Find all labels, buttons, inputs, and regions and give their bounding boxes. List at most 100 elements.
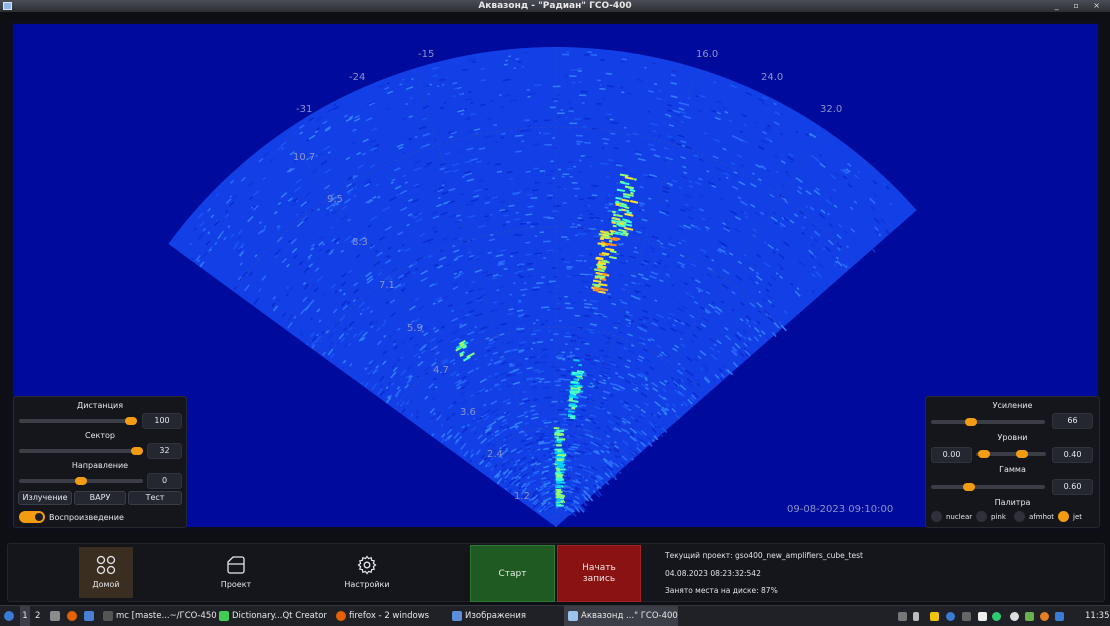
aquazond-task-icon — [568, 611, 578, 621]
varu-button[interactable]: ВАРУ — [74, 491, 126, 505]
range-label: 3.6 — [460, 407, 476, 418]
levels-label: Уровни — [997, 433, 1028, 442]
sector-slider-thumb[interactable] — [131, 447, 143, 455]
home-grid-icon — [96, 555, 116, 575]
sector-label: Сектор — [85, 431, 115, 440]
direction-slider-thumb[interactable] — [75, 477, 87, 485]
window-titlebar: Аквазонд - "Радиан" ГСО-400 _ ▫ × — [0, 0, 1110, 12]
palette-radio-jet[interactable] — [1058, 511, 1069, 522]
levels-high-value[interactable]: 0.40 — [1052, 447, 1093, 463]
current-project-text: Текущий проект: gso400_new_amplifiers_cu… — [665, 551, 863, 560]
workspace-2[interactable]: 2 — [35, 606, 40, 626]
distance-label: Дистанция — [76, 401, 124, 410]
gain-slider[interactable] — [931, 418, 1045, 426]
window-controls[interactable]: _ ▫ × — [1055, 0, 1106, 12]
distance-value[interactable]: 100 — [142, 413, 182, 429]
clock: 11:35 — [1085, 611, 1110, 621]
palette-option-nuclear: nuclear — [946, 513, 973, 521]
start-button[interactable]: Старт — [470, 545, 555, 602]
playback-toggle[interactable] — [19, 511, 45, 523]
levels-low-value[interactable]: 0.00 — [931, 447, 972, 463]
range-label: 1.2 — [514, 491, 530, 502]
direction-value[interactable]: 0 — [147, 473, 182, 489]
tray-status-icon[interactable] — [992, 612, 1001, 621]
task-aquazond-label: Аквазонд ..." ГСО-400 — [581, 611, 678, 621]
tray-app-icon[interactable] — [962, 612, 971, 621]
test-button[interactable]: Тест — [128, 491, 182, 505]
levels-range-slider[interactable] — [976, 450, 1046, 458]
gamma-label: Гамма — [999, 465, 1026, 474]
angle-label: 24.0 — [761, 72, 783, 83]
terminal-task-icon — [103, 611, 113, 621]
tray-notes-icon[interactable] — [930, 612, 939, 621]
direction-label: Направление — [71, 461, 129, 470]
range-label: 5.9 — [407, 323, 423, 334]
palette-radio-nuclear[interactable] — [931, 511, 942, 522]
task-qt-creator[interactable]: Dictionary...Qt Creator — [232, 606, 327, 626]
distance-slider-thumb[interactable] — [125, 417, 137, 425]
gamma-slider-thumb[interactable] — [963, 483, 975, 491]
range-label: 10.7 — [293, 152, 315, 163]
tray-security-icon[interactable] — [1040, 612, 1049, 621]
nav-project-button[interactable]: Проект — [209, 547, 263, 598]
levels-low-thumb[interactable] — [978, 450, 990, 458]
task-firefox[interactable]: firefox - 2 windows — [349, 606, 429, 626]
gain-label: Усиление — [992, 401, 1033, 410]
palette-option-jet: jet — [1073, 513, 1082, 521]
gain-value[interactable]: 66 — [1052, 413, 1093, 429]
folder-icon — [227, 556, 245, 574]
network-icon[interactable] — [1010, 612, 1019, 621]
range-label: 4.7 — [433, 365, 449, 376]
folder-task-icon — [452, 611, 462, 621]
gear-icon — [357, 555, 377, 575]
levels-high-thumb[interactable] — [1016, 450, 1028, 458]
sonar-timestamp: 09-08-2023 09:10:00 — [787, 504, 894, 515]
palette-radio-pink[interactable] — [976, 511, 987, 522]
emission-button[interactable]: Излучение — [18, 491, 72, 505]
task-images[interactable]: Изображения — [465, 606, 526, 626]
bluetooth-icon[interactable] — [946, 612, 955, 621]
range-label: 7.1 — [379, 280, 395, 291]
gamma-value[interactable]: 0.60 — [1052, 479, 1093, 495]
workspace-1[interactable]: 1 — [20, 606, 30, 626]
qt-creator-task-icon — [219, 611, 229, 621]
nav-home-label: Домой — [92, 580, 120, 589]
task-mc[interactable]: mc [maste...~/ГСО-450 — [116, 606, 217, 626]
direction-slider[interactable] — [19, 477, 143, 485]
disk-usage-text: Занято места на диске: 87% — [665, 586, 778, 595]
volume-icon[interactable] — [913, 612, 919, 621]
file-manager-launcher-icon[interactable] — [50, 611, 60, 621]
palette-radio-afmhot[interactable] — [1014, 511, 1025, 522]
tray-clipboard-icon[interactable] — [898, 612, 907, 621]
nav-settings-label: Настройки — [344, 580, 390, 589]
palette-label: Палитра — [994, 498, 1031, 507]
angle-label: -15 — [418, 49, 434, 60]
desktop-launcher-icon[interactable] — [84, 611, 94, 621]
sector-value[interactable]: 32 — [147, 443, 182, 459]
playback-toggle-knob — [35, 513, 43, 521]
gamma-slider[interactable] — [931, 483, 1045, 491]
range-label: 2.4 — [487, 449, 503, 460]
firefox-launcher-icon[interactable] — [67, 611, 77, 621]
sonar-fan — [168, 46, 917, 527]
nav-project-label: Проект — [220, 580, 252, 589]
playback-label: Воспроизведение — [49, 513, 124, 522]
left-control-panel: Дистанция 100 Сектор 32 Направление 0 Из… — [13, 396, 187, 528]
gain-slider-thumb[interactable] — [965, 418, 977, 426]
nav-home-button[interactable]: Домой — [79, 547, 133, 598]
nav-settings-button[interactable]: Настройки — [340, 547, 394, 598]
firefox-task-icon — [336, 611, 346, 621]
start-recording-button[interactable]: Начать запись — [557, 545, 641, 602]
distance-slider[interactable] — [19, 417, 137, 425]
datetime-text: 04.08.2023 08:23:32:542 — [665, 569, 761, 578]
tray-updates-icon[interactable] — [1025, 612, 1034, 621]
angle-label: 16.0 — [696, 49, 718, 60]
angle-label: -24 — [349, 72, 365, 83]
tray-document-icon[interactable] — [978, 612, 987, 621]
taskbar: 1 2 mc [maste...~/ГСО-450 Dictionary...Q… — [0, 605, 1110, 626]
start-menu-icon[interactable] — [4, 611, 14, 621]
tray-keyboard-icon[interactable] — [1055, 612, 1064, 621]
sector-slider[interactable] — [19, 447, 143, 455]
range-label: 8.3 — [352, 237, 368, 248]
palette-option-afmhot: afmhot — [1029, 513, 1055, 521]
